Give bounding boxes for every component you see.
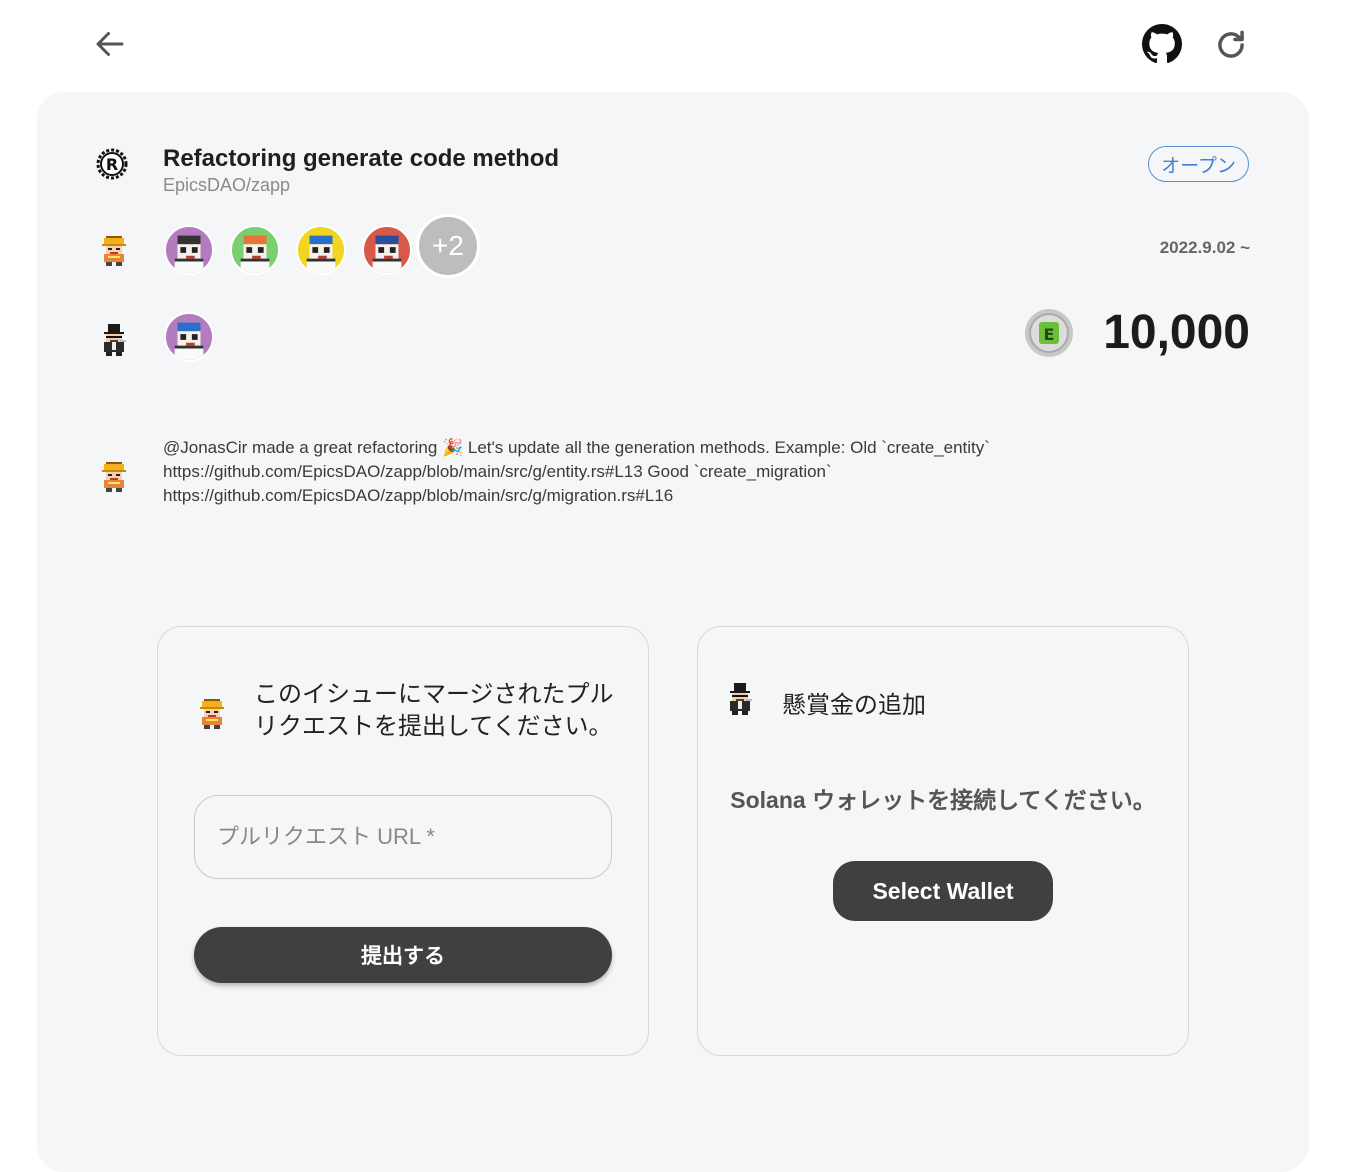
pull-request-card: このイシューにマージされたプルリクエストを提出してください。 提出する: [157, 626, 649, 1056]
github-button[interactable]: [1142, 24, 1182, 64]
back-button[interactable]: [92, 26, 128, 62]
reload-icon: [1218, 30, 1244, 58]
issue-description: @JonasCir made a great refactoring 🎉 Let…: [163, 436, 1063, 508]
repo-name[interactable]: EpicsDAO/zapp: [163, 175, 290, 196]
issue-title[interactable]: Refactoring generate code method: [163, 145, 559, 173]
submit-button[interactable]: 提出する: [194, 927, 612, 983]
worker-icon: [98, 234, 130, 266]
top-bar: [0, 0, 1349, 90]
sponsor-avatar[interactable]: [164, 312, 214, 362]
token-coin-icon: E: [1025, 309, 1073, 357]
spy-icon: [98, 324, 130, 356]
pixel-character-icon: [298, 227, 344, 273]
more-contributors-badge[interactable]: +2: [416, 214, 480, 278]
svg-text:R: R: [106, 155, 118, 174]
add-bounty-card: 懸賞金の追加 Solana ウォレットを接続してください。 Select Wal…: [697, 626, 1189, 1056]
connect-wallet-message: Solana ウォレットを接続してください。: [730, 787, 1156, 813]
pull-request-card-title: このイシューにマージされたプルリクエストを提出してください。: [254, 681, 614, 740]
worker-icon: [196, 697, 228, 729]
pixel-character-icon: [166, 227, 212, 273]
select-wallet-button[interactable]: Select Wallet: [833, 861, 1053, 921]
contributor-avatar[interactable]: [230, 225, 280, 275]
add-bounty-title: 懸賞金の追加: [782, 692, 926, 719]
issue-date: 2022.9.02 ~: [1159, 238, 1250, 257]
pixel-character-icon: [166, 314, 212, 360]
rust-logo-icon: R: [96, 148, 128, 180]
spy-icon: [724, 683, 756, 715]
arrow-left-icon: [96, 32, 124, 56]
pixel-character-icon: [232, 227, 278, 273]
github-icon: [1142, 24, 1182, 64]
contributor-avatar[interactable]: [362, 225, 412, 275]
reload-button[interactable]: [1212, 26, 1250, 64]
status-badge: オープン: [1148, 146, 1249, 182]
description-line: https://github.com/EpicsDAO/zapp/blob/ma…: [163, 462, 832, 481]
pixel-character-icon: [364, 227, 410, 273]
worker-icon: [98, 460, 130, 492]
bounty-amount: 10,000: [1103, 306, 1250, 359]
contributor-avatar[interactable]: [164, 225, 214, 275]
description-line: https://github.com/EpicsDAO/zapp/blob/ma…: [163, 486, 674, 505]
contributor-avatar[interactable]: [296, 225, 346, 275]
svg-text:E: E: [1044, 325, 1055, 344]
description-line: @JonasCir made a great refactoring 🎉 Let…: [163, 438, 990, 457]
pull-request-url-input[interactable]: [194, 795, 612, 879]
